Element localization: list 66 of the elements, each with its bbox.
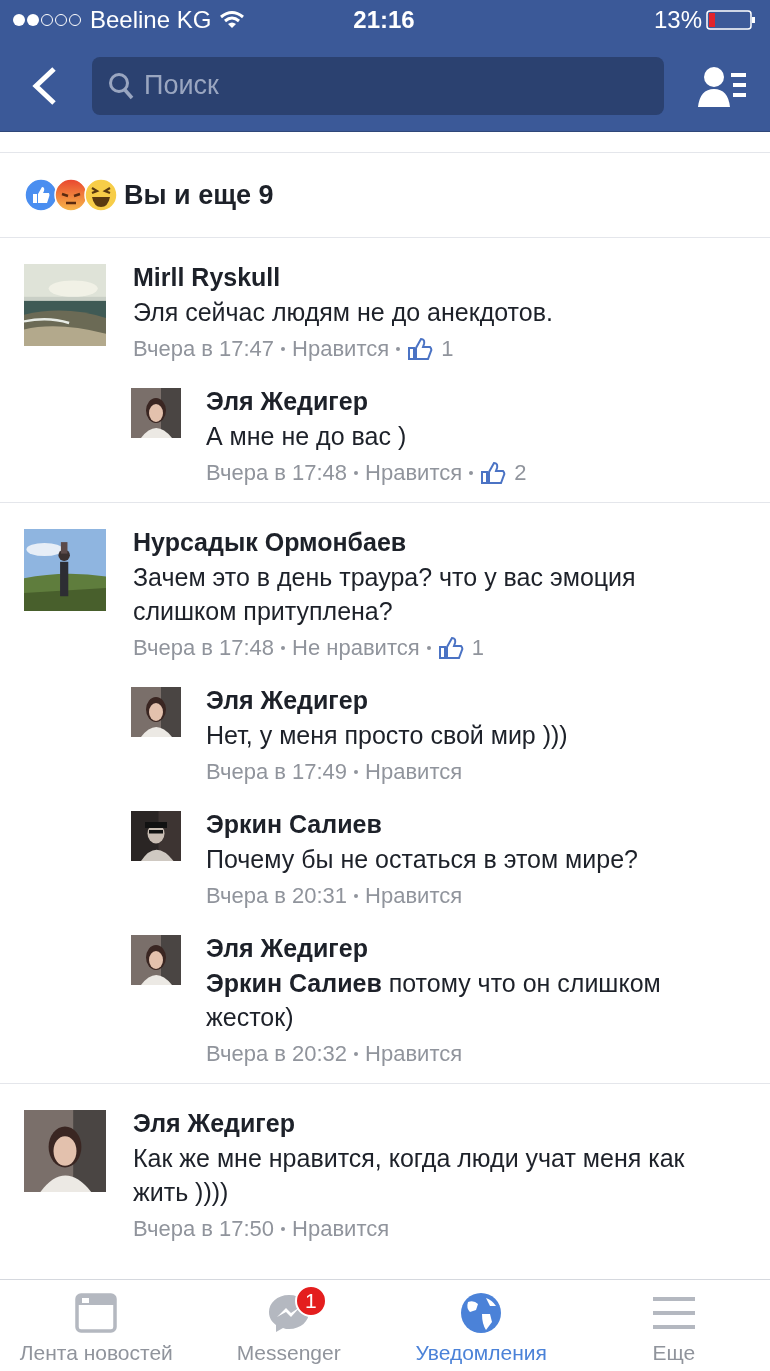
like-count: 2	[514, 460, 527, 486]
separator-dot	[426, 646, 431, 650]
separator-dot	[354, 770, 359, 774]
comment-text: Почему бы не остаться в этом мире?	[206, 844, 638, 875]
search-icon	[108, 71, 134, 100]
like-link[interactable]: Не нравится	[292, 635, 420, 661]
author-name[interactable]: Эля Жедигер	[133, 1106, 295, 1141]
like-link[interactable]: Нравится	[365, 759, 463, 785]
like-reaction-icon	[24, 178, 58, 212]
comment-text: Эля сейчас людям не до анекдотов.	[133, 297, 553, 328]
comment-text: Как же мне нравится, когда люди учат меня как жить ))))	[133, 1143, 686, 1208]
search-field[interactable]: Поиск	[92, 56, 664, 115]
comment-text: Нет, у меня просто свой мир )))	[206, 720, 568, 751]
friends-list-icon[interactable]	[698, 64, 748, 107]
carrier-name: Beeline KG	[90, 6, 212, 34]
author-name[interactable]: Эля Жедигер	[206, 931, 368, 966]
comment-text: А мне не до вас )	[206, 421, 407, 452]
author-name[interactable]: Эля Жедигер	[206, 683, 368, 718]
notification-badge: 1	[294, 1285, 327, 1317]
comment-time: Вчера в 17:48	[133, 635, 275, 661]
like-count: 1	[471, 635, 484, 661]
author-name[interactable]: Эркин Салиев	[206, 807, 382, 842]
comment-time: Вчера в 17:50	[133, 1216, 275, 1242]
thumbs-up-icon	[437, 636, 464, 660]
wifi-icon	[219, 10, 246, 30]
battery-icon	[706, 9, 756, 31]
separator-dot	[281, 1227, 286, 1231]
like-link[interactable]: Нравится	[292, 1216, 390, 1242]
clock-time: 21:16	[353, 6, 415, 34]
tab-item[interactable]: Уведомления	[385, 1280, 578, 1371]
separator-dot	[281, 347, 286, 351]
like-count: 1	[441, 336, 454, 362]
thumbs-up-icon	[480, 461, 507, 485]
comment-time: Вчера в 17:47	[133, 336, 275, 362]
tab-item[interactable]: 1 Messenger	[192, 1280, 385, 1371]
comment-time: Вчера в 20:31	[206, 883, 348, 909]
separator-dot	[354, 471, 359, 475]
comment-text: Эркин Салиев потому что он слишком жесток)	[206, 968, 662, 1033]
comment-time: Вчера в 17:49	[206, 759, 348, 785]
menu-icon	[652, 1295, 695, 1331]
author-name[interactable]: Нурсадык Ормонбаев	[133, 525, 407, 560]
globe-icon	[460, 1292, 503, 1334]
tab-item[interactable]: Лента новостей	[0, 1280, 193, 1371]
laughing-reaction-icon	[84, 178, 118, 212]
like-link[interactable]: Нравится	[365, 460, 463, 486]
separator-dot	[354, 1052, 359, 1056]
thumbs-up-icon	[407, 337, 434, 361]
back-icon[interactable]	[30, 65, 58, 106]
separator-dot	[469, 471, 474, 475]
separator-dot	[396, 347, 401, 351]
reactions-summary: Вы и еще 9	[124, 179, 274, 211]
news-feed-icon	[75, 1293, 118, 1333]
battery-percent: 13%	[653, 6, 702, 34]
like-link[interactable]: Нравится	[365, 1041, 463, 1067]
author-name[interactable]: Mirll Ryskull	[133, 260, 281, 295]
comment-time: Вчера в 20:32	[206, 1041, 348, 1067]
angry-reaction-icon	[54, 178, 88, 212]
comment-time: Вчера в 17:48	[206, 460, 348, 486]
separator-dot	[281, 646, 286, 650]
signal-icon	[12, 13, 82, 27]
author-name[interactable]: Эля Жедигер	[206, 384, 368, 419]
tab-item[interactable]: Еще	[577, 1280, 770, 1371]
separator-dot	[354, 894, 359, 898]
like-link[interactable]: Нравится	[292, 336, 390, 362]
comment-text: Зачем это в день траура? что у вас эмоция слишком притуплена?	[133, 562, 637, 627]
like-link[interactable]: Нравится	[365, 883, 463, 909]
